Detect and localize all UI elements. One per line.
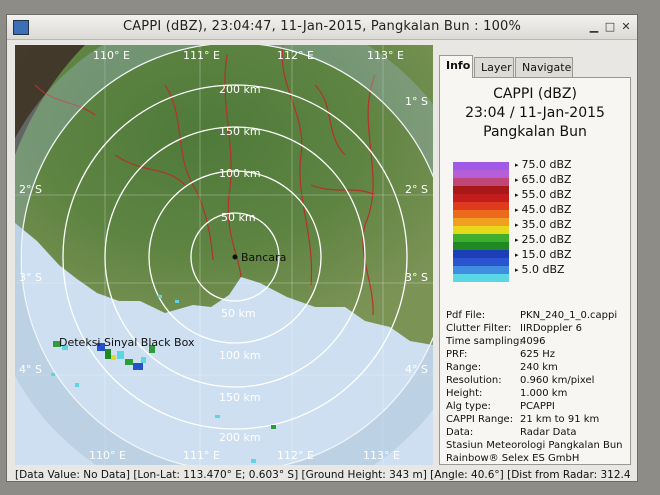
meta-key: Time sampling: [446,336,523,347]
meta-value: Radar Data [520,427,577,438]
product-datetime: 23:04 / 11-Jan-2015 [465,105,605,121]
lat-label-right-4s: 4° S [405,363,428,376]
lon-label-top-113: 113° E [367,49,404,62]
window-title: CAPPI (dBZ), 23:04:47, 11-Jan-2015, Pang… [122,19,522,34]
legend-swatch-70 [453,170,509,178]
legend-swatch-35 [453,226,509,234]
lat-label-right-3s: 3° S [405,271,428,284]
lon-label-bottom-111: 111° E [183,449,220,462]
lon-label-top-111: 111° E [183,49,220,62]
meta-value: PKN_240_1_0.cappi [520,310,618,321]
legend-swatch-65 [453,178,509,186]
range-label-200: 200 km [219,83,261,96]
range-label-south-100: 100 km [219,349,261,362]
legend-label-55: 55.0 dBZ [515,188,572,201]
range-label-100: 100 km [219,167,261,180]
meta-key: Data: [446,427,474,438]
lat-label-right-2s: 2° S [405,183,428,196]
range-label-south-150: 150 km [219,391,261,404]
station-label: Bancara [241,251,286,264]
title-bar[interactable]: CAPPI (dBZ), 23:04:47, 11-Jan-2015, Pang… [7,15,637,40]
meta-key: CAPPI Range: [446,414,514,425]
meta-key: PRF: [446,349,468,360]
legend-label-15: 15.0 dBZ [515,248,572,261]
legend-label-45: 45.0 dBZ [515,203,572,216]
lon-label-bottom-112: 112° E [277,449,314,462]
meta-key: Range: [446,362,482,373]
product-title: CAPPI (dBZ) [493,86,577,102]
maximize-icon[interactable]: □ [603,20,617,34]
meta-value: 240 km [520,362,558,373]
minimize-icon[interactable]: ▁ [587,20,601,34]
range-label-150: 150 km [219,125,261,138]
tab-info[interactable]: Info [439,55,473,78]
side-panel: Info Layer Navigate CAPPI (dBZ) 23:04 / … [437,55,633,465]
product-station: Pangkalan Bun [483,124,587,140]
legend-swatch-45 [453,210,509,218]
meta-key: Pdf File: [446,310,486,321]
tab-navigate[interactable]: Navigate [515,57,573,77]
legend-swatch-25 [453,242,509,250]
annotation-label: Deteksi Sinyal Black Box [59,336,195,349]
range-label-south-200: 200 km [219,431,261,444]
legend-label-25: 25.0 dBZ [515,233,572,246]
close-icon[interactable]: ✕ [619,20,633,34]
legend-swatch-10 [453,266,509,274]
legend-swatch-15 [453,258,509,266]
lat-label-left-3s: 3° S [19,271,42,284]
legend-swatch-55 [453,194,509,202]
legend-swatch-50 [453,202,509,210]
meta-value: IIRDoppler 6 [520,323,582,334]
meta-key: Resolution: [446,375,502,386]
meta-value: PCAPPI [520,401,555,412]
meta-key: Clutter Filter: [446,323,512,334]
meta-key: Height: [446,388,483,399]
range-label-south-50: 50 km [221,307,256,320]
radar-map[interactable]: Bancara Deteksi Sinyal Black Box 50 km 1… [15,45,433,465]
meta-key: Alg type: [446,401,491,412]
lon-label-bottom-113: 113° E [363,449,400,462]
radar-station-marker [232,254,238,260]
range-label-50: 50 km [221,211,256,224]
lat-label-left-2s: 2° S [19,183,42,196]
lon-label-bottom-110: 110° E [89,449,126,462]
cappi-window: CAPPI (dBZ), 23:04:47, 11-Jan-2015, Pang… [6,14,638,482]
meta-value: 0.960 km/pixel [520,375,595,386]
legend-swatch-5 [453,274,509,282]
lon-label-top-110: 110° E [93,49,130,62]
lat-label-right-1s: 1° S [405,95,428,108]
status-bar: [Data Value: No Data] [Lon-Lat: 113.470°… [15,469,631,481]
lon-label-top-112: 112° E [277,49,314,62]
legend-label-75: 75.0 dBZ [515,158,572,171]
software-credit: Rainbow® Selex ES GmbH [446,453,580,464]
legend-swatch-75 [453,162,509,170]
info-tab-content: CAPPI (dBZ) 23:04 / 11-Jan-2015 Pangkala… [439,77,631,465]
meta-value: 625 Hz [520,349,556,360]
station-credit: Stasiun Meteorologi Pangkalan Bun [446,440,623,451]
legend-label-5: 5.0 dBZ [515,263,565,276]
legend-swatch-20 [453,250,509,258]
meta-value: 4096 [520,336,546,347]
legend-swatch-30 [453,234,509,242]
legend-label-35: 35.0 dBZ [515,218,572,231]
tab-layer[interactable]: Layer [474,57,514,77]
lat-label-left-4s: 4° S [19,363,42,376]
meta-value: 1.000 km [520,388,568,399]
meta-value: 21 km to 91 km [520,414,600,425]
legend-swatch-40 [453,218,509,226]
legend-label-65: 65.0 dBZ [515,173,572,186]
legend-swatch-60 [453,186,509,194]
